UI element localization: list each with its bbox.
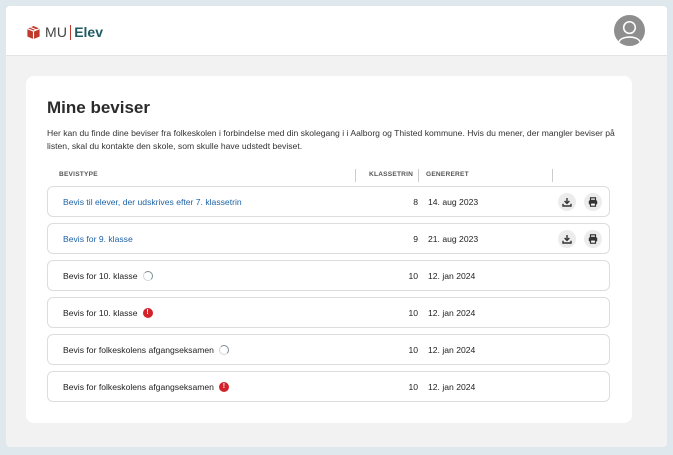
certificate-name: Bevis for 10. klasse !: [63, 308, 153, 318]
print-icon: [588, 234, 598, 244]
user-avatar[interactable]: [614, 15, 645, 46]
certificate-link[interactable]: Bevis for 9. klasse: [63, 234, 133, 244]
print-button[interactable]: [584, 230, 602, 248]
certificate-name: Bevis for folkeskolens afgangseksamen !: [63, 382, 229, 392]
print-icon: [588, 197, 598, 207]
download-icon: [562, 198, 572, 207]
certificate-link[interactable]: Bevis til elever, der udskrives efter 7.…: [63, 197, 242, 207]
klassetrin-value: 10: [408, 271, 418, 281]
error-icon: !: [218, 382, 229, 392]
column-divider: [552, 169, 553, 182]
certificate-name-label: Bevis for folkeskolens afgangseksamen: [63, 382, 214, 392]
download-button[interactable]: [558, 230, 576, 248]
logo-separator: [70, 24, 72, 40]
generated-date: 12. jan 2024: [428, 271, 476, 281]
download-button[interactable]: [558, 193, 576, 211]
table-row: Bevis for 10. klasse 10 12. jan 2024: [47, 260, 610, 291]
page-description: Her kan du finde dine beviser fra folkes…: [47, 128, 615, 151]
page-title: Mine beviser: [47, 98, 150, 117]
column-divider: [355, 169, 356, 182]
table-row: Bevis for folkeskolens afgangseksamen 10…: [47, 334, 610, 365]
certificate-name-label: Bevis for folkeskolens afgangseksamen: [63, 345, 214, 355]
app-window: MU Elev Mine beviser Her kan du finde di…: [6, 6, 667, 447]
user-avatar-icon: [618, 21, 641, 43]
spinner-icon: [142, 271, 153, 281]
certificates-card: Mine beviser Her kan du finde dine bevis…: [26, 76, 632, 423]
column-header-genereret: GENERERET: [426, 171, 469, 178]
generated-date: 14. aug 2023: [428, 197, 479, 207]
column-divider: [418, 169, 419, 182]
gift-box-logo-icon: [27, 25, 40, 39]
logo-elev-text: Elev: [74, 24, 103, 40]
logo-mu-text: MU: [45, 24, 68, 40]
klassetrin-value: 8: [413, 197, 418, 207]
column-header-klassetrin: KLASSETRIN: [369, 171, 414, 178]
certificate-name-label: Bevis for 10. klasse: [63, 308, 138, 318]
generated-date: 12. jan 2024: [428, 308, 476, 318]
certificate-name-label: Bevis for 10. klasse: [63, 271, 138, 281]
table-row: Bevis for 10. klasse ! 10 12. jan 2024: [47, 297, 610, 328]
column-header-bevistype: BEVISTYPE: [59, 171, 98, 178]
top-bar: MU Elev: [6, 6, 667, 56]
generated-date: 21. aug 2023: [428, 234, 479, 244]
table-header: BEVISTYPE KLASSETRIN GENERERET: [47, 169, 609, 182]
generated-date: 12. jan 2024: [428, 382, 476, 392]
klassetrin-value: 10: [408, 345, 418, 355]
spinner-icon: [218, 345, 229, 355]
mu-elev-logo[interactable]: MU Elev: [26, 23, 103, 41]
klassetrin-value: 9: [413, 234, 418, 244]
print-button[interactable]: [584, 193, 602, 211]
download-icon: [562, 235, 572, 244]
certificate-name: Bevis for folkeskolens afgangseksamen: [63, 345, 229, 355]
error-icon: !: [142, 308, 153, 318]
table-row: Bevis for 9. klasse 9 21. aug 2023: [47, 223, 610, 254]
generated-date: 12. jan 2024: [428, 345, 476, 355]
klassetrin-value: 10: [408, 308, 418, 318]
table-row: Bevis til elever, der udskrives efter 7.…: [47, 186, 610, 217]
klassetrin-value: 10: [408, 382, 418, 392]
certificate-name: Bevis for 10. klasse: [63, 271, 153, 281]
table-row: Bevis for folkeskolens afgangseksamen ! …: [47, 371, 610, 402]
